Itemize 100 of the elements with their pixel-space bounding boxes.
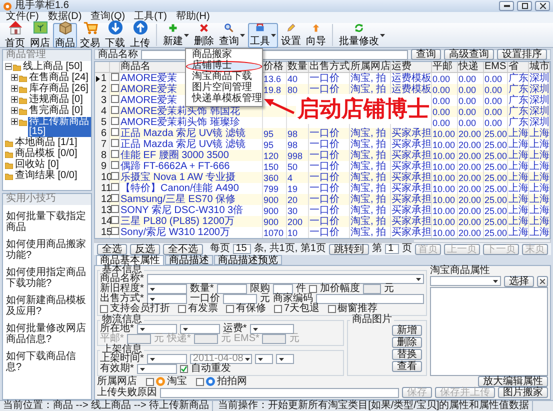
tree-item[interactable]: 违规商品 [0] <box>28 95 84 105</box>
picture-button[interactable]: 查看 <box>392 361 422 372</box>
search-button[interactable]: 高级查询 <box>444 49 494 60</box>
input-field[interactable] <box>316 294 424 304</box>
per-page-field[interactable]: 15 <box>232 244 251 254</box>
input-field[interactable] <box>126 334 151 344</box>
checkbox[interactable] <box>110 84 118 92</box>
tip-link[interactable]: 如何下载商品信息? <box>6 351 88 373</box>
input-field[interactable] <box>194 334 218 344</box>
checkbox[interactable] <box>110 216 118 224</box>
checkbox[interactable] <box>328 305 336 313</box>
toolbar-button[interactable]: 删除 <box>192 22 216 48</box>
input-field[interactable] <box>362 284 381 294</box>
toolbar-button[interactable]: 首页 <box>3 22 27 48</box>
tab[interactable]: 商品描述预览 <box>214 255 282 265</box>
tree-item[interactable]: 售完商品 [0] <box>28 106 84 116</box>
reason-field[interactable] <box>160 388 399 398</box>
toolbar-button[interactable]: 下载 <box>103 22 127 48</box>
dropdown[interactable] <box>276 354 294 364</box>
checkbox[interactable] <box>196 378 204 386</box>
close-button[interactable] <box>535 1 550 11</box>
toolbar-button[interactable]: 向导 <box>304 22 328 48</box>
tree-item[interactable]: 库存商品 [26] <box>28 84 90 94</box>
maximize-button[interactable] <box>517 1 532 11</box>
checkbox[interactable] <box>226 305 234 313</box>
menu-item[interactable]: 快递单模板管理 <box>186 94 262 104</box>
checkbox[interactable] <box>110 73 118 81</box>
checkbox[interactable] <box>110 95 118 103</box>
tip-link[interactable]: 如何使用指定商品下载功能? <box>6 267 88 289</box>
scrollbar-thumb[interactable] <box>95 240 414 242</box>
clear-button[interactable] <box>537 276 548 286</box>
menu-item[interactable]: 商品搬家 <box>186 50 262 60</box>
expand-icon[interactable] <box>11 96 18 103</box>
page-field[interactable]: 1 <box>385 244 399 254</box>
checkbox[interactable] <box>110 117 118 125</box>
checkbox[interactable] <box>100 305 108 313</box>
checkbox[interactable] <box>146 378 154 386</box>
tree-item[interactable]: 本地商品 [1/1] <box>14 138 78 148</box>
tree-item[interactable]: 商品模板 [0/0] <box>14 149 78 159</box>
input-field[interactable] <box>272 284 293 294</box>
checkbox[interactable] <box>110 172 118 180</box>
toolbar-button[interactable]: 商品 <box>53 22 77 48</box>
picture-button[interactable]: 替换 <box>392 349 422 360</box>
expand-icon[interactable] <box>11 85 18 92</box>
checkbox[interactable] <box>110 194 118 202</box>
checkbox[interactable] <box>308 285 317 293</box>
choose-button[interactable]: 选择 <box>504 276 534 286</box>
input-field[interactable] <box>216 284 247 294</box>
menu-item[interactable]: 帮助(H) <box>176 12 210 23</box>
checkbox[interactable] <box>180 365 188 373</box>
picture-button[interactable]: 删除 <box>392 337 422 348</box>
tree-item[interactable]: 查询结果 [0/0] <box>14 171 78 181</box>
checkbox[interactable] <box>110 227 118 235</box>
enlarge-button[interactable]: 放大编辑属性 <box>478 376 548 387</box>
menu-item[interactable]: 数据(D) <box>48 12 82 23</box>
menu-item[interactable]: 查询(Q) <box>90 12 126 23</box>
expand-icon[interactable] <box>11 107 18 114</box>
tip-link[interactable]: 如何批量下载指定商品 <box>6 211 88 233</box>
tab[interactable]: 商品基本属性 <box>96 255 164 265</box>
name-field[interactable] <box>146 274 424 284</box>
checkbox[interactable] <box>178 305 186 313</box>
menu-item[interactable]: 图片空间管理 <box>186 82 262 94</box>
expand-icon[interactable] <box>11 118 18 125</box>
select-button[interactable]: 全选 <box>97 244 127 254</box>
tree-item[interactable]: 回收站 [0] <box>14 160 60 170</box>
checkbox[interactable] <box>110 205 118 213</box>
toolbar-button[interactable]: 上传 <box>128 22 152 48</box>
menu-item[interactable]: 文件(F) <box>6 12 39 23</box>
search-button[interactable]: 查询 <box>411 49 441 60</box>
toolbar-button[interactable]: 工具 <box>248 22 278 48</box>
toolbar-button[interactable]: 新建 <box>161 22 191 48</box>
checkbox[interactable] <box>110 139 118 147</box>
action-button[interactable]: 图片搬家 <box>498 387 548 398</box>
checkbox[interactable] <box>274 305 282 313</box>
toolbar-button[interactable]: 查询 <box>217 22 247 48</box>
tip-link[interactable]: 如何新建商品模板及应用? <box>6 295 88 317</box>
toolbar-button[interactable]: 设置 <box>279 22 303 48</box>
checkbox[interactable] <box>110 106 118 114</box>
checkbox[interactable] <box>110 183 118 191</box>
tab[interactable]: 商品描述 <box>165 255 213 265</box>
menu-item[interactable]: 工具(T) <box>134 12 167 23</box>
picture-button[interactable]: 新增 <box>392 325 422 336</box>
jump-button[interactable]: 跳转到 <box>329 244 369 254</box>
input-field[interactable] <box>222 294 257 304</box>
toolbar-button[interactable]: 网店 <box>28 22 52 48</box>
tip-link[interactable]: 如何批量修改网店商品信息? <box>6 323 88 345</box>
dropdown[interactable] <box>254 354 273 364</box>
toolbar-button[interactable]: 交易 <box>78 22 102 48</box>
checkbox[interactable] <box>110 128 118 136</box>
toolbar-button[interactable]: 批量修改 <box>337 22 387 48</box>
dropdown[interactable] <box>146 294 187 304</box>
select-button[interactable]: 反选 <box>130 244 160 254</box>
attribute-dropdown[interactable] <box>430 276 501 286</box>
tip-link[interactable]: 如何使用商品搬家功能? <box>6 239 88 261</box>
expand-icon[interactable] <box>11 74 18 81</box>
minimize-button[interactable] <box>499 1 514 11</box>
checkbox[interactable] <box>110 150 118 158</box>
tree-item[interactable]: 在售商品 [24] <box>28 73 90 83</box>
menu-item[interactable]: 淘宝商品下载 <box>186 72 262 82</box>
sort-button[interactable]: 设置排序 <box>497 49 547 60</box>
